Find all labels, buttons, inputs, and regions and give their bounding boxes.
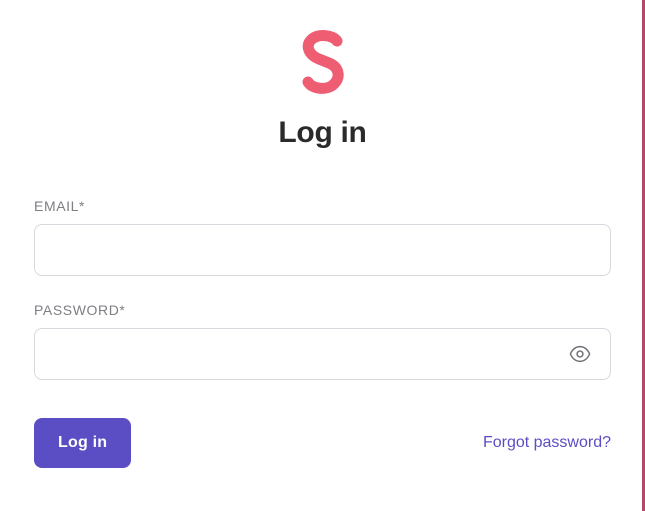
brand-logo-icon [298,30,348,98]
password-label: PASSWORD* [34,302,611,318]
email-label: EMAIL* [34,198,611,214]
page-title: Log in [34,116,611,150]
login-button[interactable]: Log in [34,418,131,468]
email-group: EMAIL* [34,198,611,276]
eye-icon [569,343,591,365]
email-field[interactable] [34,224,611,276]
forgot-password-link[interactable]: Forgot password? [483,434,611,452]
login-card: Log in EMAIL* PASSWORD* Log in Forgot pa… [0,0,645,498]
password-field[interactable] [34,328,611,380]
logo-wrap [34,30,611,98]
password-group: PASSWORD* [34,302,611,380]
actions-row: Log in Forgot password? [34,418,611,468]
toggle-password-visibility-button[interactable] [565,339,595,369]
